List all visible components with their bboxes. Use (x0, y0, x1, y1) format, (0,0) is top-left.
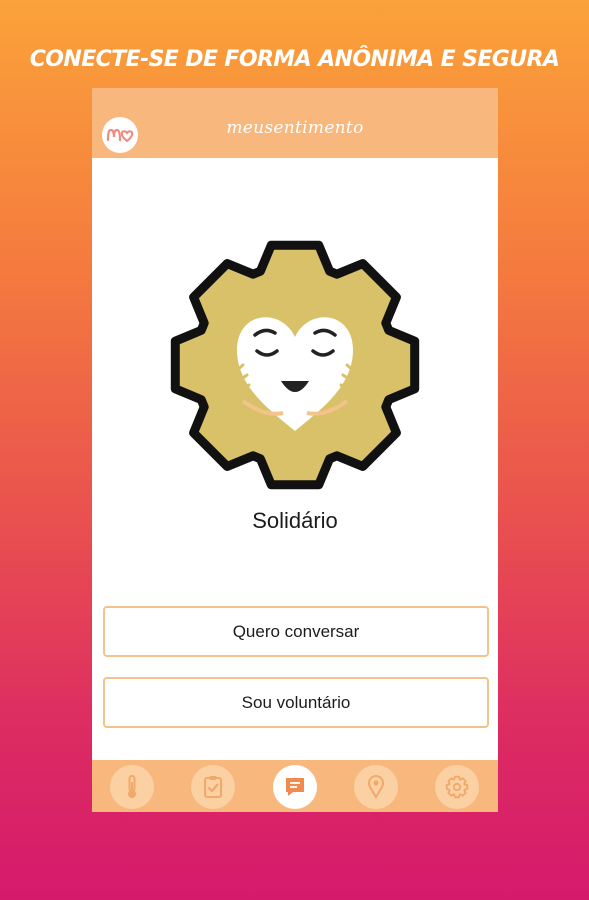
brand-wordmark: meusentimento (226, 118, 364, 138)
app-header: meusentimento (92, 88, 498, 158)
bottom-tab-bar (92, 760, 498, 812)
promo-headline: CONECTE-SE DE FORMA ANÔNIMA E SEGURA (29, 47, 560, 72)
thermometer-icon (128, 775, 136, 798)
gear-icon (445, 775, 469, 799)
clipboard-check-icon (204, 776, 222, 798)
solidario-badge-icon (170, 240, 420, 490)
quero-conversar-button[interactable]: Quero conversar (103, 606, 489, 657)
app-screen: meusentimento Solidário Quero conversar … (92, 88, 498, 812)
tab-location[interactable] (354, 765, 398, 809)
tab-settings[interactable] (435, 765, 479, 809)
tab-thermometer[interactable] (110, 765, 154, 809)
badge-title: Solidário (252, 508, 338, 533)
chat-icon (286, 778, 304, 796)
sou-voluntario-button[interactable]: Sou voluntário (103, 677, 489, 728)
tab-chat[interactable] (273, 765, 317, 809)
location-pin-icon (367, 775, 385, 799)
tab-clipboard[interactable] (191, 765, 235, 809)
